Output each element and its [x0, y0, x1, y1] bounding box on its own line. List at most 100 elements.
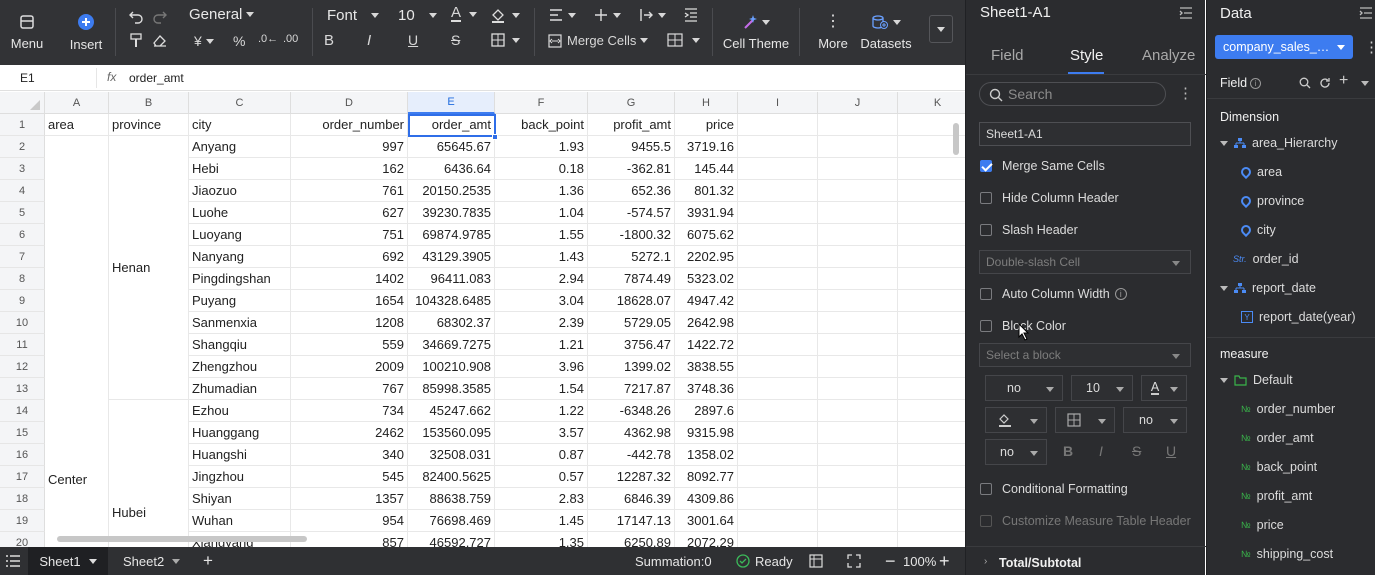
table-cell[interactable]: 69874.9785	[408, 224, 495, 246]
tab-sheet1[interactable]: Sheet1	[28, 547, 108, 575]
search-input[interactable]: Search	[979, 82, 1166, 106]
column-header[interactable]: F	[495, 92, 588, 114]
table-cell[interactable]: 627	[291, 202, 408, 224]
table-cell[interactable]	[898, 532, 965, 547]
undo-icon[interactable]	[128, 8, 144, 24]
indent-icon[interactable]	[683, 8, 699, 22]
column-header[interactable]: C	[189, 92, 291, 114]
table-cell[interactable]: 692	[291, 246, 408, 268]
row-header[interactable]: 9	[0, 290, 45, 312]
number-format-dropdown[interactable]: General	[189, 6, 255, 23]
merged-cell-hubei[interactable]: Hubei	[109, 400, 189, 547]
add-sheet-icon[interactable]: +	[203, 547, 213, 575]
vertical-align-icon[interactable]	[593, 8, 621, 22]
table-cell[interactable]	[898, 466, 965, 488]
slash-header-option[interactable]: Slash Header	[980, 223, 1078, 237]
merged-cell-area[interactable]: Center	[45, 136, 109, 547]
freeze-icon[interactable]	[809, 547, 823, 575]
table-cell[interactable]	[818, 290, 898, 312]
table-cell[interactable]	[738, 246, 818, 268]
table-cell[interactable]	[898, 334, 965, 356]
bold-icon[interactable]: B	[324, 32, 334, 49]
dataset-select[interactable]: company_sales_…	[1215, 35, 1353, 59]
table-cell[interactable]	[818, 158, 898, 180]
table-cell[interactable]: 43129.3905	[408, 246, 495, 268]
horizontal-scrollbar[interactable]	[57, 536, 307, 542]
table-cell[interactable]: 340	[291, 444, 408, 466]
align-left-icon[interactable]	[548, 8, 576, 22]
table-cell[interactable]	[738, 180, 818, 202]
slash-type-select[interactable]: Double-slash Cell	[979, 250, 1191, 274]
insert-button[interactable]: Insert	[68, 0, 104, 65]
row-header[interactable]: 7	[0, 246, 45, 268]
row-header[interactable]: 11	[0, 334, 45, 356]
collapse-toolbar-button[interactable]	[929, 15, 953, 43]
hide-column-header-option[interactable]: Hide Column Header	[980, 191, 1119, 205]
table-cell[interactable]: 2642.98	[675, 312, 738, 334]
field-city[interactable]: city	[1238, 222, 1276, 238]
table-cell[interactable]	[818, 378, 898, 400]
table-cell[interactable]	[738, 378, 818, 400]
table-cell[interactable]	[898, 510, 965, 532]
menu-button[interactable]: Menu	[8, 0, 46, 65]
table-cell[interactable]	[738, 510, 818, 532]
field-area[interactable]: area	[1238, 164, 1282, 180]
measure-field[interactable]: № order_amt	[1241, 431, 1314, 445]
area-hierarchy-item[interactable]: area_Hierarchy	[1220, 136, 1337, 150]
table-cell[interactable]: Ezhou	[189, 400, 291, 422]
field-province[interactable]: province	[1238, 193, 1304, 209]
table-cell[interactable]	[818, 422, 898, 444]
table-cell[interactable]: 4362.98	[588, 422, 675, 444]
table-cell[interactable]	[898, 356, 965, 378]
table-cell[interactable]: 559	[291, 334, 408, 356]
table-cell[interactable]	[818, 400, 898, 422]
table-cell[interactable]	[818, 444, 898, 466]
font-color-icon[interactable]: A	[451, 5, 478, 22]
measure-field[interactable]: № profit_amt	[1241, 489, 1312, 503]
table-cell[interactable]: 2009	[291, 356, 408, 378]
table-cell[interactable]: Puyang	[189, 290, 291, 312]
vertical-align-select[interactable]: no	[985, 439, 1047, 465]
table-cell[interactable]	[738, 202, 818, 224]
table-cell[interactable]	[738, 224, 818, 246]
zoom-level[interactable]: 100%	[903, 547, 936, 575]
table-cell[interactable]: 1358.02	[675, 444, 738, 466]
wrap-text-icon[interactable]	[667, 33, 700, 47]
table-cell[interactable]: 0.57	[495, 466, 588, 488]
table-cell[interactable]	[898, 422, 965, 444]
decimal-increase-icon[interactable]: .00	[283, 33, 298, 45]
table-cell[interactable]: -574.57	[588, 202, 675, 224]
row-header[interactable]: 20	[0, 532, 45, 547]
table-cell[interactable]	[898, 290, 965, 312]
field-order-id[interactable]: Str. order_id	[1233, 252, 1299, 266]
table-cell[interactable]	[818, 466, 898, 488]
table-cell[interactable]: 7874.49	[588, 268, 675, 290]
table-cell[interactable]: 3.96	[495, 356, 588, 378]
table-cell[interactable]: 1.35	[495, 532, 588, 547]
table-cell[interactable]	[898, 312, 965, 334]
underline-icon[interactable]: U	[408, 32, 418, 48]
table-cell[interactable]: Pingdingshan	[189, 268, 291, 290]
table-cell[interactable]	[898, 378, 965, 400]
table-cell[interactable]: Sanmenxia	[189, 312, 291, 334]
tab-style[interactable]: Style	[1070, 47, 1103, 64]
table-cell[interactable]: 954	[291, 510, 408, 532]
underline-icon[interactable]: U	[1166, 443, 1176, 459]
table-cell[interactable]	[898, 202, 965, 224]
table-cell[interactable]: Anyang	[189, 136, 291, 158]
font-family-dropdown[interactable]: Font	[327, 7, 380, 24]
table-cell[interactable]	[738, 444, 818, 466]
fill-color-icon[interactable]	[490, 7, 520, 23]
strikethrough-icon[interactable]: S	[1132, 443, 1141, 459]
table-cell[interactable]: 3001.64	[675, 510, 738, 532]
table-cell[interactable]: 32508.031	[408, 444, 495, 466]
table-cell[interactable]	[738, 466, 818, 488]
row-header[interactable]: 14	[0, 400, 45, 422]
table-cell[interactable]: 1.04	[495, 202, 588, 224]
row-header[interactable]: 16	[0, 444, 45, 466]
table-cell[interactable]: 997	[291, 136, 408, 158]
horizontal-align-select[interactable]: no	[1123, 407, 1187, 433]
table-cell[interactable]	[818, 180, 898, 202]
block-color-checkbox[interactable]	[980, 320, 992, 332]
merged-cell-henan[interactable]: Henan	[109, 136, 189, 400]
